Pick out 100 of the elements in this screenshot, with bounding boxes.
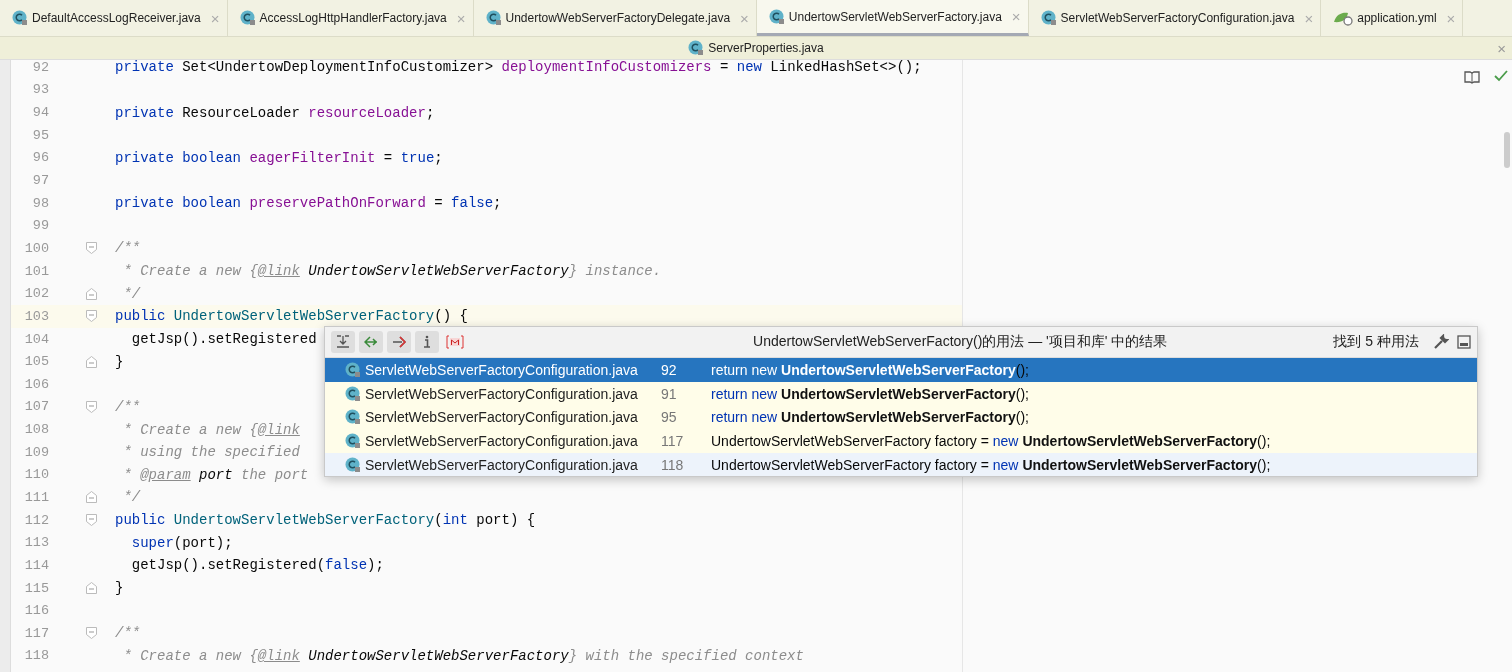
code-line: super(port); [130,534,233,551]
line-number: 118 [661,456,685,473]
usage-code: UndertowServletWebServerFactory factory = new UndertowServletWebServerFactory(); [711,456,1271,473]
line-number: 92 [661,361,678,378]
code-line: * Create a new {@link [122,421,300,438]
class-icon [768,8,785,25]
line-number: 93 [31,82,49,98]
code-line: * Create a new {@link UndertowServletWebServerFactory} with the specified context [122,647,804,664]
code-line: public UndertowServletWebServerFactory(int port) { [115,512,536,529]
line-number: 110 [23,467,49,483]
class-icon [12,10,28,26]
code-line: } [115,580,124,597]
fold-icon[interactable] [86,627,97,640]
code-line: getJsp().setRegistered(false); [130,557,384,574]
scrollbar[interactable] [1504,132,1510,168]
code-line: * using the specified [122,444,300,461]
line-number: 102 [23,286,49,302]
line-number: 104 [23,331,49,347]
line-number: 112 [23,512,49,528]
code-line: getJsp().setRegistered [130,331,317,347]
usage-code: return new UndertowServletWebServerFactory(); [711,385,1029,402]
next-usage-button[interactable] [359,331,383,353]
code-line: */ [122,285,141,302]
usage-code: UndertowServletWebServerFactory factory = new UndertowServletWebServerFactory(); [711,432,1271,449]
line-number: 107 [23,399,49,415]
usage-row[interactable]: ServletWebServerFactoryConfiguration.java 92 return new UndertowServletWebServerFactory(); [325,358,1477,382]
line-number: 111 [23,490,49,505]
code-line: /** [115,398,141,415]
fold-icon[interactable] [86,242,97,255]
line-number: 96 [31,150,49,166]
line-number: 92 [31,59,49,75]
class-icon [345,361,361,378]
pin-window-icon[interactable] [1457,335,1471,349]
arrow-right-icon [392,335,406,349]
file-name: ServletWebServerFactoryConfiguration.java [365,409,638,426]
line-number: 106 [23,376,49,392]
line-number: 117 [23,625,49,641]
line-number: 99 [31,218,49,234]
usage-row[interactable]: ServletWebServerFactoryConfiguration.java 91 return new UndertowServletWebServerFactory(); [325,381,1477,406]
code-line: private ResourceLoader resourceLoader; [115,104,435,121]
line-number: 117 [661,432,685,449]
code-line: /** [115,625,141,642]
fold-icon[interactable] [86,491,97,504]
line-number: 98 [31,195,49,211]
info-button[interactable] [415,331,439,353]
fold-icon[interactable] [86,582,97,595]
class-icon [485,10,502,26]
code-line: } [115,353,124,370]
class-icon [239,10,256,26]
code-line: private boolean preservePathOnForward = false; [115,195,502,212]
class-icon [345,456,361,473]
usage-code: return new UndertowServletWebServerFactory(); [711,361,1029,378]
class-icon [688,40,705,56]
fold-icon[interactable] [86,310,97,323]
code-line: */ [122,489,141,506]
book-icon[interactable] [1464,70,1480,84]
module-icon [446,335,464,349]
collapse-button[interactable] [331,331,355,353]
code-line: * @param port the port [122,466,309,483]
previous-usage-button[interactable] [387,331,411,353]
line-number: 100 [23,240,49,256]
line-number: 101 [23,263,49,279]
line-number: 109 [23,444,49,460]
fold-icon[interactable] [86,400,97,413]
usage-row[interactable]: ServletWebServerFactoryConfiguration.java 118 UndertowServletWebServerFactory factory = new UndertowServletWebServerFactory(); [325,452,1477,477]
file-name: ServletWebServerFactoryConfiguration.java [365,361,638,378]
line-number: 95 [31,127,49,143]
line-number: 113 [23,535,49,551]
check-icon[interactable] [1494,70,1508,82]
file-name: ServletWebServerFactoryConfiguration.java [365,385,638,402]
leaf-icon [1333,10,1354,26]
fold-icon[interactable] [86,355,97,368]
line-number: 115 [23,580,49,596]
class-icon [345,409,361,426]
code-line: public UndertowServletWebServerFactory() { [115,308,468,325]
fold-icon[interactable] [86,514,97,527]
line-number: 116 [23,603,49,619]
code-line: * Create a new {@link UndertowServletWebServerFactory} instance. [122,263,662,280]
usage-count: 找到 5 种用法 [1333,333,1419,351]
line-number: 95 [661,409,678,426]
editor-tab[interactable]: ServerProperties.java [688,40,824,56]
editor-tab[interactable]: UndertowServletWebServerFactory.java × [756,0,1029,36]
arrows-icon [364,335,378,349]
line-number: 108 [23,422,49,438]
code-line: private Set<UndertowDeploymentInfoCustomizer> deploymentInfoCustomizers = new LinkedHashSet<>(); [115,59,922,76]
popup-title: UndertowServletWebServerFactory()的用法 — '项目和库' 中的结果 [752,333,1169,351]
fold-icon[interactable] [86,287,97,300]
line-number: 114 [23,557,49,573]
arrow-down-icon [336,335,350,349]
usage-row[interactable]: ServletWebServerFactoryConfiguration.java 95 return new UndertowServletWebServerFactory(); [325,405,1477,430]
class-icon [1040,10,1057,26]
class-icon [345,432,361,449]
line-number: 103 [23,308,49,324]
wrench-icon[interactable] [1433,334,1449,350]
usage-code: return new UndertowServletWebServerFactory(); [711,409,1029,426]
class-icon [345,385,361,402]
line-number: 91 [661,385,678,402]
usage-row[interactable]: ServletWebServerFactoryConfiguration.java 117 UndertowServletWebServerFactory factory = new UndertowServletWebServerFactory(); [325,429,1477,453]
line-number: 105 [23,354,49,370]
file-name: ServletWebServerFactoryConfiguration.java [365,432,638,449]
